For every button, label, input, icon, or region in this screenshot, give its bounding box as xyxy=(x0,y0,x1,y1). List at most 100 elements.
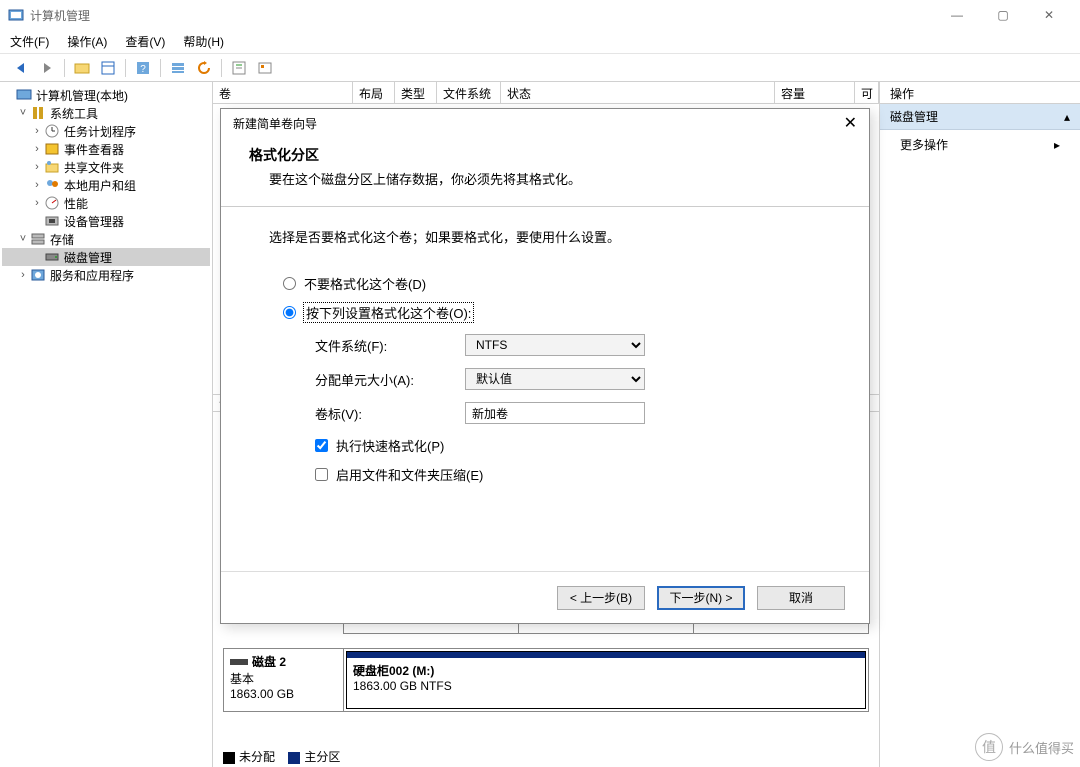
cancel-button[interactable]: 取消 xyxy=(757,586,845,610)
grid-header: 卷 布局 类型 文件系统 状态 容量 可 xyxy=(213,82,879,104)
check-compress-label: 启用文件和文件夹压缩(E) xyxy=(336,465,483,484)
back-button[interactable]: < 上一步(B) xyxy=(557,586,645,610)
tree-storage[interactable]: ˅ 存储 xyxy=(2,230,210,248)
label-volume: 卷标(V): xyxy=(315,404,465,423)
tree-tasksched[interactable]: › 任务计划程序 xyxy=(2,122,210,140)
col-capacity[interactable]: 容量 xyxy=(775,82,855,103)
tree-label: 任务计划程序 xyxy=(64,123,136,140)
forward-icon[interactable] xyxy=(36,58,58,78)
legend-primary: 主分区 xyxy=(304,750,340,764)
next-button[interactable]: 下一步(N) > xyxy=(657,586,745,610)
tree-root[interactable]: 计算机管理(本地) xyxy=(2,86,210,104)
watermark: 值 什么值得买 xyxy=(975,733,1074,761)
check-quickformat-label: 执行快速格式化(P) xyxy=(336,436,444,455)
users-icon xyxy=(44,177,60,193)
dialog-heading: 格式化分区 xyxy=(249,145,841,165)
dialog-subheading: 要在这个磁盘分区上储存数据，你必须先将其格式化。 xyxy=(269,169,841,188)
tree-devmgr[interactable]: 设备管理器 xyxy=(2,212,210,230)
actions-more[interactable]: 更多操作 ▸ xyxy=(880,130,1080,159)
folder-icon[interactable] xyxy=(71,58,93,78)
legend: 未分配 主分区 xyxy=(213,746,350,767)
maximize-button[interactable]: ▢ xyxy=(980,0,1026,30)
select-filesystem[interactable]: NTFS xyxy=(465,334,645,356)
tree-label: 存储 xyxy=(50,231,74,248)
services-icon xyxy=(30,267,46,283)
title-bar: 计算机管理 — ▢ ✕ xyxy=(0,0,1080,30)
tree-pane: 计算机管理(本地) ˅ 系统工具 › 任务计划程序 › 事件查看器 › 共享文件… xyxy=(0,82,213,767)
menu-view[interactable]: 查看(V) xyxy=(125,33,165,50)
event-icon xyxy=(44,141,60,157)
menu-file[interactable]: 文件(F) xyxy=(10,33,49,50)
select-allocunit[interactable]: 默认值 xyxy=(465,368,645,390)
col-type[interactable]: 类型 xyxy=(395,82,437,103)
col-free[interactable]: 可 xyxy=(855,82,879,103)
tree-diskmgmt[interactable]: 磁盘管理 xyxy=(2,248,210,266)
radio-format-input[interactable] xyxy=(283,306,296,319)
disk-icon xyxy=(44,249,60,265)
refresh-icon[interactable] xyxy=(193,58,215,78)
tree-label: 事件查看器 xyxy=(64,141,124,158)
actions-section[interactable]: 磁盘管理 ▴ xyxy=(880,104,1080,130)
col-fs[interactable]: 文件系统 xyxy=(437,82,501,103)
disk2-label: 磁盘 2 基本 1863.00 GB xyxy=(224,649,344,711)
help-icon[interactable]: ? xyxy=(132,58,154,78)
perf-icon xyxy=(44,195,60,211)
menu-bar: 文件(F) 操作(A) 查看(V) 帮助(H) xyxy=(0,30,1080,54)
props-icon[interactable] xyxy=(228,58,250,78)
check-compress[interactable]: 启用文件和文件夹压缩(E) xyxy=(315,465,841,484)
col-volume[interactable]: 卷 xyxy=(213,82,353,103)
check-quickformat[interactable]: 执行快速格式化(P) xyxy=(315,436,841,455)
label-filesystem: 文件系统(F): xyxy=(315,336,465,355)
minimize-button[interactable]: — xyxy=(934,0,980,30)
share-icon xyxy=(44,159,60,175)
storage-icon xyxy=(30,231,46,247)
dialog-close-icon[interactable]: ✕ xyxy=(844,113,857,133)
menu-help[interactable]: 帮助(H) xyxy=(183,33,224,50)
col-status[interactable]: 状态 xyxy=(501,82,775,103)
dialog-title: 新建简单卷向导 xyxy=(233,115,317,132)
input-volume-label[interactable] xyxy=(465,402,645,424)
tree-localusers[interactable]: › 本地用户和组 xyxy=(2,176,210,194)
wizard-dialog: 新建简单卷向导 ✕ 格式化分区 要在这个磁盘分区上储存数据，你必须先将其格式化。… xyxy=(220,108,870,624)
app-icon xyxy=(8,7,24,23)
tree-services[interactable]: › 服务和应用程序 xyxy=(2,266,210,284)
computer-icon xyxy=(16,87,32,103)
tree-label: 共享文件夹 xyxy=(64,159,124,176)
check-quickformat-input[interactable] xyxy=(315,439,328,452)
tree-perf[interactable]: › 性能 xyxy=(2,194,210,212)
tree-root-label: 计算机管理(本地) xyxy=(36,87,128,104)
clock-icon xyxy=(44,123,60,139)
tree-label: 本地用户和组 xyxy=(64,177,136,194)
tree-label: 设备管理器 xyxy=(64,213,124,230)
tree-label: 磁盘管理 xyxy=(64,249,112,266)
view-icon[interactable] xyxy=(97,58,119,78)
settings-icon[interactable] xyxy=(254,58,276,78)
radio-noformat[interactable]: 不要格式化这个卷(D) xyxy=(283,274,841,293)
tree-sharedfolders[interactable]: › 共享文件夹 xyxy=(2,158,210,176)
radio-format-label: 按下列设置格式化这个卷(O): xyxy=(304,303,473,322)
col-layout[interactable]: 布局 xyxy=(353,82,395,103)
close-button[interactable]: ✕ xyxy=(1026,0,1072,30)
actions-pane: 操作 磁盘管理 ▴ 更多操作 ▸ xyxy=(880,82,1080,767)
tools-icon xyxy=(30,105,46,121)
collapse-icon: ▴ xyxy=(1064,110,1070,124)
radio-noformat-input[interactable] xyxy=(283,277,296,290)
tree-label: 性能 xyxy=(64,195,88,212)
tree-systools[interactable]: ˅ 系统工具 xyxy=(2,104,210,122)
window-title: 计算机管理 xyxy=(30,7,934,24)
disk-row-2[interactable]: 磁盘 2 基本 1863.00 GB 硬盘柜002 (M:) 1863.00 G… xyxy=(223,648,869,712)
actions-header: 操作 xyxy=(880,82,1080,104)
menu-action[interactable]: 操作(A) xyxy=(67,33,107,50)
disk2-partition[interactable]: 硬盘柜002 (M:) 1863.00 GB NTFS xyxy=(346,651,866,709)
tree-label: 系统工具 xyxy=(50,105,98,122)
legend-unalloc: 未分配 xyxy=(239,750,275,764)
toolbar: ? xyxy=(0,54,1080,82)
watermark-badge-icon: 值 xyxy=(975,733,1003,761)
back-icon[interactable] xyxy=(10,58,32,78)
check-compress-input[interactable] xyxy=(315,468,328,481)
dialog-desc: 选择是否要格式化这个卷；如果要格式化，要使用什么设置。 xyxy=(269,227,841,246)
device-icon xyxy=(44,213,60,229)
radio-format[interactable]: 按下列设置格式化这个卷(O): xyxy=(283,303,841,322)
list-icon[interactable] xyxy=(167,58,189,78)
tree-eventviewer[interactable]: › 事件查看器 xyxy=(2,140,210,158)
